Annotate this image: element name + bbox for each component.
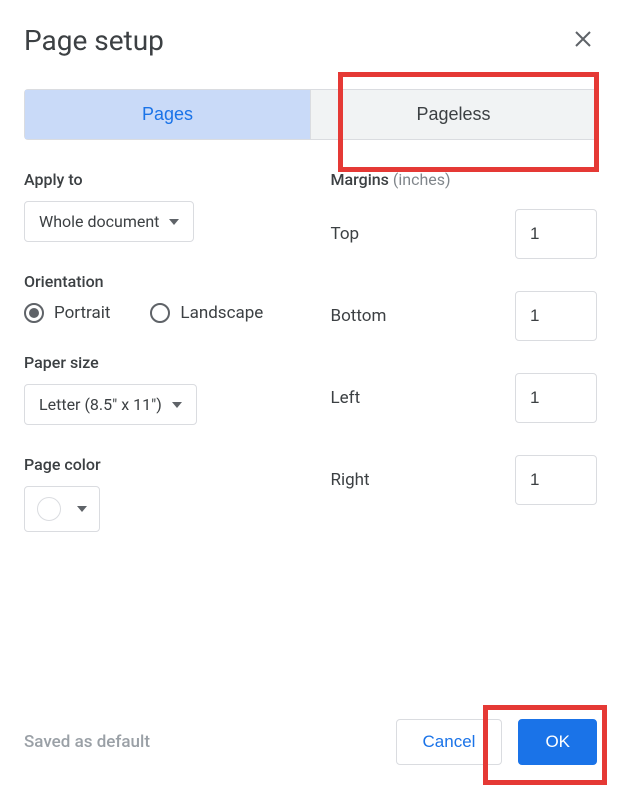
margin-right-row: Right: [331, 455, 598, 505]
margin-bottom-input[interactable]: [515, 291, 597, 341]
apply-to-selected: Whole document: [39, 212, 159, 231]
ok-button[interactable]: OK: [518, 719, 597, 765]
cancel-button[interactable]: Cancel: [396, 719, 503, 765]
orientation-portrait-label: Portrait: [54, 303, 110, 323]
chevron-down-icon: [77, 506, 87, 512]
margins-title: Margins (inches): [331, 170, 598, 189]
left-column: Apply to Whole document Orientation Port…: [24, 170, 291, 562]
paper-size-label: Paper size: [24, 353, 291, 372]
orientation-portrait-radio[interactable]: Portrait: [24, 303, 110, 323]
close-button[interactable]: [569, 25, 597, 56]
margin-right-input[interactable]: [515, 455, 597, 505]
orientation-section: Orientation Portrait Landscape: [24, 272, 291, 323]
saved-as-default-text: Saved as default: [24, 732, 150, 752]
orientation-landscape-radio[interactable]: Landscape: [150, 303, 263, 323]
margin-top-label: Top: [331, 224, 360, 244]
orientation-landscape-label: Landscape: [180, 303, 263, 323]
paper-size-selected: Letter (8.5" x 11"): [39, 395, 162, 414]
margin-left-input[interactable]: [515, 373, 597, 423]
margin-right-label: Right: [331, 470, 370, 490]
orientation-radio-group: Portrait Landscape: [24, 303, 291, 323]
right-column: Margins (inches) Top Bottom Left Right: [331, 170, 598, 562]
dialog-title: Page setup: [24, 24, 164, 57]
margins-unit: (inches): [393, 170, 451, 189]
dialog-footer: Saved as default Cancel OK: [24, 719, 597, 765]
tabs-container: Pages Pageless: [24, 89, 597, 140]
radio-checked-icon: [24, 303, 44, 323]
close-icon: [573, 29, 593, 52]
chevron-down-icon: [172, 402, 182, 408]
margin-left-label: Left: [331, 388, 361, 408]
content-area: Apply to Whole document Orientation Port…: [24, 170, 597, 562]
paper-size-section: Paper size Letter (8.5" x 11"): [24, 353, 291, 425]
margin-bottom-label: Bottom: [331, 306, 387, 326]
tab-pages[interactable]: Pages: [25, 90, 310, 139]
margins-label: Margins: [331, 170, 389, 189]
apply-to-label: Apply to: [24, 170, 291, 189]
tab-pageless[interactable]: Pageless: [310, 90, 596, 139]
margin-bottom-row: Bottom: [331, 291, 598, 341]
chevron-down-icon: [169, 219, 179, 225]
margin-top-input[interactable]: [515, 209, 597, 259]
color-swatch-white: [37, 497, 61, 521]
page-color-section: Page color: [24, 455, 291, 532]
margin-left-row: Left: [331, 373, 598, 423]
radio-unchecked-icon: [150, 303, 170, 323]
margin-top-row: Top: [331, 209, 598, 259]
orientation-label: Orientation: [24, 272, 291, 291]
page-color-label: Page color: [24, 455, 291, 474]
apply-to-section: Apply to Whole document: [24, 170, 291, 242]
footer-actions: Cancel OK: [396, 719, 597, 765]
paper-size-dropdown[interactable]: Letter (8.5" x 11"): [24, 384, 197, 425]
apply-to-dropdown[interactable]: Whole document: [24, 201, 194, 242]
dialog-header: Page setup: [24, 24, 597, 57]
page-color-dropdown[interactable]: [24, 486, 100, 532]
